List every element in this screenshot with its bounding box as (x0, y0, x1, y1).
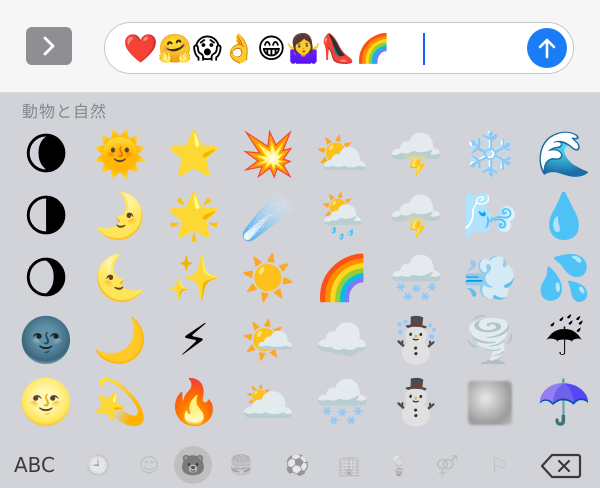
smiley-icon[interactable]: ☺ (134, 450, 164, 480)
emoji-key[interactable]: 🌚 (10, 311, 82, 371)
emoji-key[interactable]: 💥 (232, 125, 304, 185)
chevron-right-icon (43, 36, 55, 56)
emoji-key[interactable]: 🌨️ (380, 249, 452, 309)
arrow-up-icon (538, 38, 556, 59)
emoji-key[interactable]: 🌙 (84, 311, 156, 371)
emoji-key[interactable]: 🌈 (306, 249, 378, 309)
emoji-key[interactable]: 🌬️ (454, 187, 526, 247)
lightbulb-icon[interactable]: 💡 (384, 450, 414, 480)
emoji-key[interactable]: ⛄ (380, 373, 452, 433)
emoji-key[interactable]: 💫 (84, 373, 156, 433)
input-bar: ❤️🤗😱👌😁🤷‍♀️👠🌈 (0, 0, 600, 93)
emoji-key[interactable]: 🌖 (10, 249, 82, 309)
clock-icon[interactable]: 🕘 (83, 450, 113, 480)
message-input[interactable]: ❤️🤗😱👌😁🤷‍♀️👠🌈 (104, 22, 574, 74)
soccer-icon[interactable]: ⚽ (282, 450, 312, 480)
backspace-button[interactable] (540, 452, 582, 480)
emoji-key[interactable]: 🌛 (84, 187, 156, 247)
emoji-key[interactable]: 💦 (528, 249, 600, 309)
emoji-key[interactable]: ☀️ (232, 249, 304, 309)
emoji-key[interactable]: 🌨️ (306, 373, 378, 433)
emoji-key[interactable]: 🌪️ (454, 311, 526, 371)
emoji-key[interactable]: 💧 (528, 187, 600, 247)
emoji-key[interactable]: ❄️ (454, 125, 526, 185)
emoji-key[interactable]: 🔥 (158, 373, 230, 433)
send-button[interactable] (527, 28, 567, 68)
symbols-icon[interactable]: ⚤ (432, 450, 462, 480)
text-caret (423, 33, 425, 65)
emoji-category-bar: ABC 🕘 ☺ 🐻 🍔 ⚽ 🏢 💡 ⚤ ⚐ (0, 444, 600, 488)
emoji-key[interactable]: 🌟 (158, 187, 230, 247)
emoji-key[interactable]: 🌩️ (380, 187, 452, 247)
emoji-key[interactable]: 🌩️ (380, 125, 452, 185)
emoji-key[interactable]: ⚡ (158, 311, 230, 371)
emoji-key[interactable]: 🌞 (84, 125, 156, 185)
emoji-key[interactable] (454, 373, 526, 433)
emoji-key[interactable]: 🌝 (10, 373, 82, 433)
bear-icon[interactable]: 🐻 (174, 446, 212, 484)
emoji-key[interactable]: 🌜 (84, 249, 156, 309)
food-icon[interactable]: 🍔 (226, 450, 256, 480)
emoji-key[interactable]: ☔ (528, 311, 600, 371)
emoji-key[interactable]: 🌤️ (232, 311, 304, 371)
emoji-key[interactable]: 🌥️ (232, 373, 304, 433)
emoji-key[interactable]: ☂️ (528, 373, 600, 433)
emoji-key[interactable]: 🌗 (10, 187, 82, 247)
emoji-category-title: 動物と自然 (22, 102, 108, 121)
abc-button[interactable]: ABC (14, 453, 55, 477)
emoji-key[interactable]: ✨ (158, 249, 230, 309)
emoji-key[interactable]: ☄️ (232, 187, 304, 247)
emoji-key[interactable]: ☁️ (306, 311, 378, 371)
flag-icon[interactable]: ⚐ (484, 450, 514, 480)
emoji-key[interactable]: ⛅ (306, 125, 378, 185)
emoji-key[interactable]: 🌦️ (306, 187, 378, 247)
message-text: ❤️🤗😱👌😁🤷‍♀️👠🌈 (123, 32, 391, 65)
apps-button[interactable] (26, 27, 72, 65)
emoji-key[interactable]: 💨 (454, 249, 526, 309)
emoji-grid: 🌘 🌞 ⭐ 💥 ⛅ 🌩️ ❄️ 🌊 🌗 🌛 🌟 ☄️ 🌦️ 🌩️ 🌬️ 💧 🌖 🌜 ✨ ☀️ 🌈 🌨️ 💨 💦 🌚 🌙 ⚡ 🌤️ ☁️ ☃… (10, 125, 600, 435)
building-icon[interactable]: 🏢 (334, 450, 364, 480)
emoji-key[interactable]: 🌘 (10, 125, 82, 185)
fog-emoji (468, 381, 512, 425)
backspace-icon (540, 453, 582, 479)
emoji-key[interactable]: ⭐ (158, 125, 230, 185)
emoji-key[interactable]: ☃️ (380, 311, 452, 371)
emoji-key[interactable]: 🌊 (528, 125, 600, 185)
